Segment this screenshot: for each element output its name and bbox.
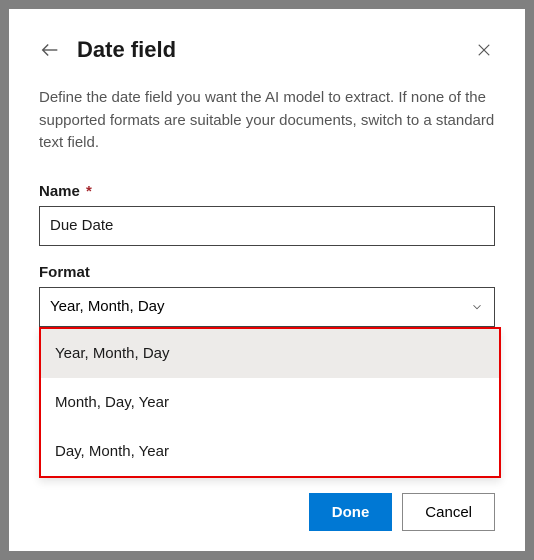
format-select-display[interactable]: Year, Month, Day [39,287,495,327]
name-field-group: Name * [39,183,495,246]
format-field-group: Format Year, Month, Day Year, Month, Day… [39,264,495,327]
format-select: Year, Month, Day Year, Month, Day Month,… [39,287,495,327]
name-input[interactable] [39,206,495,246]
close-icon[interactable] [475,41,493,59]
format-dropdown: Year, Month, Day Month, Day, Year Day, M… [39,327,501,478]
format-option-dmy[interactable]: Day, Month, Year [41,427,499,476]
back-arrow-icon[interactable] [39,39,61,61]
done-button[interactable]: Done [309,493,393,531]
cancel-button[interactable]: Cancel [402,493,495,531]
dialog-footer: Done Cancel [309,493,495,531]
format-option-mdy[interactable]: Month, Day, Year [41,378,499,427]
required-indicator: * [86,183,92,200]
chevron-down-icon [470,300,484,314]
dialog-description: Define the date field you want the AI mo… [39,87,495,155]
format-option-ymd[interactable]: Year, Month, Day [41,329,499,378]
name-label-text: Name [39,183,80,200]
format-label: Format [39,264,495,281]
dialog-header: Date field [39,37,495,63]
date-field-dialog: Date field Define the date field you wan… [9,9,525,551]
dialog-title: Date field [77,37,176,63]
name-label: Name * [39,183,495,200]
format-selected-value: Year, Month, Day [50,298,165,315]
